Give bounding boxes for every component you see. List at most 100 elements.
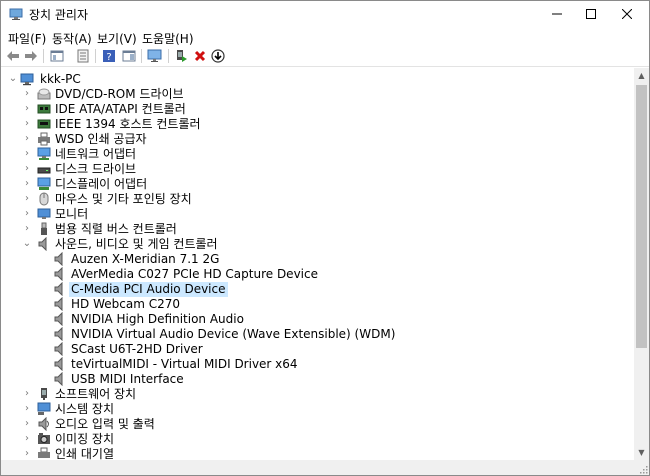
expand-chevron-icon[interactable]: › [22, 418, 32, 430]
console-tree-button[interactable] [49, 48, 65, 64]
expand-chevron-icon[interactable]: › [22, 103, 32, 115]
collapse-chevron-icon[interactable]: ⌄ [22, 238, 32, 250]
speaker-icon [53, 371, 67, 387]
tree-category[interactable]: › 모니터 [2, 207, 634, 222]
help-button[interactable]: ? [101, 48, 117, 64]
title-bar[interactable]: 장치 관리자 [1, 1, 649, 27]
software-device-icon [37, 387, 51, 401]
speaker-icon [37, 236, 51, 252]
toolbar: ? [1, 46, 649, 67]
tree-category[interactable]: › 오디오 입력 및 출력 [2, 416, 634, 432]
expand-chevron-icon[interactable]: › [22, 433, 32, 445]
toolbar-separator [95, 49, 96, 63]
dvd-drive-icon [37, 87, 51, 101]
expand-chevron-icon[interactable]: › [22, 178, 32, 190]
tree-category[interactable]: › 시스템 장치 [2, 402, 634, 417]
tree-category-label: 범용 직렬 버스 컨트롤러 [55, 222, 177, 236]
svg-text:?: ? [106, 52, 111, 63]
tree-category[interactable]: › IEEE 1394 호스트 컨트롤러 [2, 117, 634, 132]
action-pane-icon [122, 50, 136, 62]
print-queue-icon [37, 447, 51, 460]
update-driver-icon [177, 50, 187, 62]
printer-icon [37, 132, 51, 146]
collapse-chevron-icon[interactable]: ⌄ [8, 73, 18, 85]
expand-chevron-icon[interactable]: › [22, 133, 32, 145]
close-button[interactable] [604, 1, 649, 27]
uninstall-device-button[interactable] [192, 48, 208, 64]
tree-device[interactable]: teVirtualMIDI - Virtual MIDI Driver x64 [2, 356, 634, 372]
tree-category[interactable]: › 네트워크 어댑터 [2, 147, 634, 162]
tree-device-label: SCast U6T-2HD Driver [71, 342, 203, 356]
expand-chevron-icon[interactable]: › [22, 88, 32, 100]
disable-device-button[interactable] [210, 48, 226, 64]
minimize-icon [552, 13, 562, 15]
tree-category[interactable]: › 디스플레이 어댑터 [2, 177, 634, 192]
tree-category[interactable]: › 소프트웨어 장치 [2, 387, 634, 402]
uninstall-device-icon [194, 50, 206, 62]
tree-device-label: AVerMedia C027 PCIe HD Capture Device [71, 267, 318, 281]
tree-category-expanded[interactable]: ⌄ 사운드, 비디오 및 게임 컨트롤러 [2, 236, 634, 252]
tree-device-label: NVIDIA Virtual Audio Device (Wave Extens… [71, 327, 396, 341]
expand-chevron-icon[interactable]: › [22, 163, 32, 175]
expand-chevron-icon[interactable]: › [22, 403, 32, 415]
properties-button[interactable] [75, 48, 91, 64]
back-arrow-icon [7, 51, 19, 61]
back-button[interactable] [5, 48, 21, 64]
system-device-icon [37, 402, 51, 416]
disable-device-icon [211, 49, 225, 63]
device-tree[interactable]: ⌄ kkk-PC › DVD/CD-ROM 드라이브 › IDE ATA/ATA… [2, 68, 634, 460]
tree-category[interactable]: › DVD/CD-ROM 드라이브 [2, 87, 634, 102]
tree-category-label: 사운드, 비디오 및 게임 컨트롤러 [55, 237, 218, 251]
tree-root-label: kkk-PC [40, 72, 81, 86]
resize-grip-icon[interactable] [638, 464, 648, 474]
speaker-icon [53, 251, 67, 267]
tree-device[interactable]: NVIDIA High Definition Audio [2, 311, 634, 327]
tree-device[interactable]: USB MIDI Interface [2, 371, 634, 387]
toolbar-separator [141, 49, 142, 63]
scroll-up-arrow-icon[interactable]: ▲ [634, 68, 649, 83]
scrollbar-thumb[interactable] [636, 85, 647, 348]
speaker-icon [53, 281, 67, 297]
tree-category[interactable]: › 범용 직렬 버스 컨트롤러 [2, 222, 634, 237]
update-driver-button[interactable] [173, 48, 189, 64]
disk-drive-icon [37, 162, 51, 176]
tree-device-label: NVIDIA High Definition Audio [71, 312, 244, 326]
tree-category[interactable]: › 마우스 및 기타 포인팅 장치 [2, 192, 634, 207]
scroll-down-arrow-icon[interactable]: ▼ [634, 445, 649, 460]
tree-category[interactable]: › 이미징 장치 [2, 432, 634, 447]
expand-chevron-icon[interactable]: › [22, 448, 32, 460]
tree-category[interactable]: › 인쇄 대기열 [2, 447, 634, 460]
tree-category[interactable]: › 디스크 드라이브 [2, 162, 634, 177]
tree-device[interactable]: SCast U6T-2HD Driver [2, 341, 634, 357]
scan-hardware-button[interactable] [147, 48, 163, 64]
expand-chevron-icon[interactable]: › [22, 193, 32, 205]
expand-chevron-icon[interactable]: › [22, 208, 32, 220]
usb-controller-icon [37, 222, 51, 236]
forward-button[interactable] [23, 48, 39, 64]
tree-category[interactable]: › WSD 인쇄 공급자 [2, 132, 634, 147]
tree-category-label: 이미징 장치 [55, 432, 115, 446]
tree-device[interactable]: NVIDIA Virtual Audio Device (Wave Extens… [2, 326, 634, 342]
tree-category-label: IDE ATA/ATAPI 컨트롤러 [55, 102, 186, 116]
vertical-scrollbar[interactable]: ▲ ▼ [634, 68, 649, 460]
expand-chevron-icon[interactable]: › [22, 118, 32, 130]
speaker-icon [53, 311, 67, 327]
tree-device[interactable]: Auzen X-Meridian 7.1 2G [2, 251, 634, 267]
tree-device[interactable]: HD Webcam C270 [2, 296, 634, 312]
expand-chevron-icon[interactable]: › [22, 388, 32, 400]
tree-device-selected[interactable]: C-Media PCI Audio Device [2, 281, 634, 297]
action-pane-button[interactable] [121, 48, 137, 64]
device-manager-app-icon [9, 7, 23, 21]
tree-device[interactable]: AVerMedia C027 PCIe HD Capture Device [2, 266, 634, 282]
tree-category-label: 시스템 장치 [55, 402, 115, 416]
expand-chevron-icon[interactable]: › [22, 148, 32, 160]
tree-category-label: WSD 인쇄 공급자 [55, 132, 147, 146]
window-title: 장치 관리자 [29, 8, 89, 22]
tree-category-label: 디스크 드라이브 [55, 162, 137, 176]
expand-chevron-icon[interactable]: › [22, 223, 32, 235]
status-bar [1, 460, 649, 475]
tree-root[interactable]: ⌄ kkk-PC [2, 72, 634, 87]
tree-device-label: Auzen X-Meridian 7.1 2G [71, 252, 220, 266]
tree-category[interactable]: › IDE ATA/ATAPI 컨트롤러 [2, 102, 634, 117]
tree-category-label: 소프트웨어 장치 [55, 387, 137, 401]
